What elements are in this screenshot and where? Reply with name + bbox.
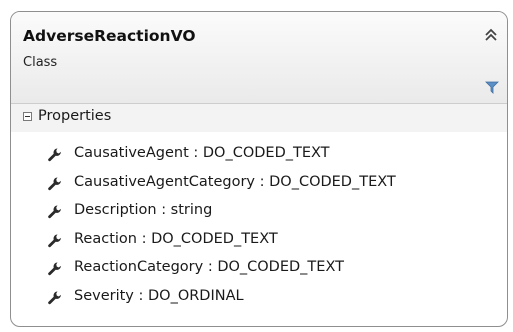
wrench-icon bbox=[48, 262, 61, 276]
property-list: CausativeAgent : DO_CODED_TEXT Causative… bbox=[11, 143, 507, 315]
property-item[interactable]: Description : string bbox=[11, 200, 507, 229]
property-label: Description : string bbox=[74, 202, 213, 219]
double-chevron-up-icon[interactable] bbox=[483, 27, 499, 43]
class-header: AdverseReactionVO Class bbox=[11, 12, 507, 104]
property-label: CausativeAgent : DO_CODED_TEXT bbox=[74, 145, 330, 161]
section-title: Properties bbox=[38, 108, 112, 124]
property-item[interactable]: Severity : DO_ORDINAL bbox=[11, 286, 507, 315]
property-label: ReactionCategory : DO_CODED_TEXT bbox=[74, 259, 344, 276]
property-item[interactable]: CausativeAgent : DO_CODED_TEXT bbox=[11, 143, 507, 172]
minus-box-icon[interactable] bbox=[23, 112, 32, 121]
property-item[interactable]: CausativeAgentCategory : DO_CODED_TEXT bbox=[11, 172, 507, 201]
wrench-icon bbox=[48, 234, 61, 247]
property-item[interactable]: ReactionCategory : DO_CODED_TEXT bbox=[11, 257, 507, 286]
filter-icon[interactable] bbox=[485, 80, 499, 94]
class-kind: Class bbox=[23, 55, 58, 70]
wrench-icon bbox=[48, 291, 61, 305]
property-label: Severity : DO_ORDINAL bbox=[74, 287, 244, 304]
wrench-icon bbox=[48, 148, 61, 162]
wrench-icon bbox=[48, 177, 61, 190]
class-box[interactable]: AdverseReactionVO Class Properties Causa… bbox=[10, 11, 508, 327]
wrench-icon bbox=[48, 205, 61, 219]
property-label: CausativeAgentCategory : DO_CODED_TEXT bbox=[74, 173, 396, 190]
properties-section-header[interactable]: Properties bbox=[11, 104, 507, 132]
class-name: AdverseReactionVO bbox=[23, 27, 196, 45]
property-item[interactable]: Reaction : DO_CODED_TEXT bbox=[11, 229, 507, 258]
property-label: Reaction : DO_CODED_TEXT bbox=[74, 230, 278, 247]
